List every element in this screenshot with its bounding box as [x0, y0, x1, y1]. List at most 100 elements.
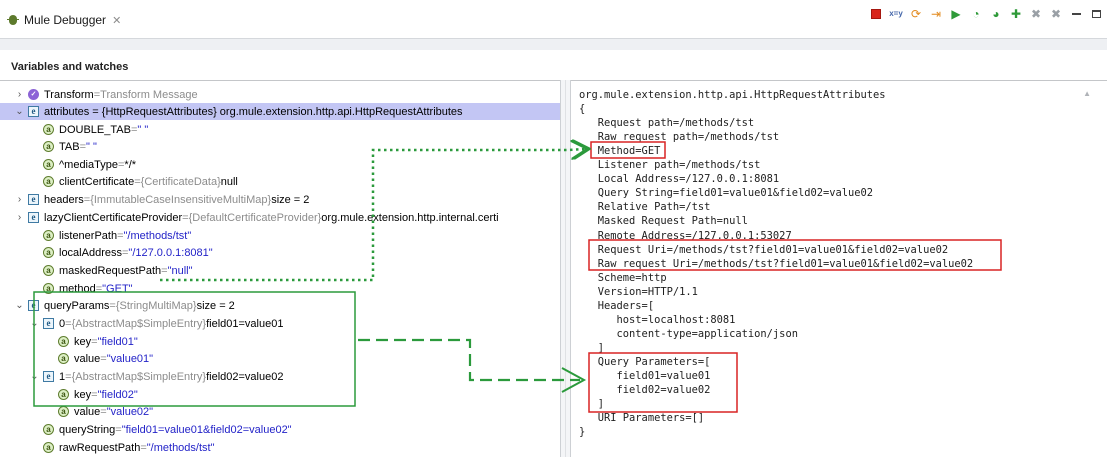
tree-row-value: " " — [137, 123, 149, 136]
detail-line: URI Parameters=[] — [579, 412, 705, 425]
collapse-icon[interactable]: ⌄ — [29, 318, 40, 329]
expand-icon[interactable]: › — [14, 212, 25, 223]
detail-line: field02=value02 — [579, 384, 711, 397]
tree-row[interactable]: a value = "value02" — [0, 403, 560, 420]
tree-row-value: "/methods/tst" — [146, 441, 215, 454]
attribute-icon: a — [43, 442, 54, 453]
tree-row[interactable]: a listenerPath = "/methods/tst" — [0, 227, 560, 244]
tree-row-value: size = 2 — [271, 193, 310, 206]
detail-line: ] — [579, 341, 605, 354]
tree-row-value: org.mule.extension.http.internal.certi — [321, 211, 499, 224]
tree-row[interactable]: ⌄ e 1 = {AbstractMap$SimpleEntry} field02=… — [0, 368, 560, 385]
tab-mule-debugger[interactable]: Mule Debugger ✕ — [6, 9, 121, 31]
disconnect-icon[interactable]: ◕ — [989, 7, 1003, 21]
tree-row-type: Transform Message — [100, 88, 198, 101]
tree-row-name: localAddress — [59, 246, 122, 259]
detail-line: Listener path=/methods/tst — [579, 159, 761, 172]
remove-all-icon[interactable]: ✖ — [1049, 7, 1063, 21]
tree-row-value: field01=value01 — [206, 317, 284, 330]
tree-row-name: rawRequestPath — [59, 441, 141, 454]
tree-row[interactable]: a clientCertificate = {CertificateData} n… — [0, 173, 560, 190]
minimize-icon[interactable] — [1069, 7, 1083, 21]
object-icon: e — [43, 371, 54, 382]
tree-row[interactable]: a localAddress = "/127.0.0.1:8081" — [0, 244, 560, 261]
tree-row[interactable]: a value = "value01" — [0, 350, 560, 367]
detail-line: field01=value01 — [579, 370, 711, 382]
tree-row-name: key — [74, 388, 92, 401]
collapse-icon[interactable]: ⌄ — [14, 300, 25, 311]
detail-line: Relative Path=/tst — [579, 201, 711, 214]
tree-row-value: " " — [86, 140, 97, 153]
tree-row[interactable]: a queryString = "field01=value01&field02=… — [0, 421, 560, 438]
step-into-icon[interactable]: ⇥ — [929, 7, 943, 21]
detail-pane[interactable]: ▲ org.mule.extension.http.api.HttpReques… — [571, 80, 1107, 457]
tree-row-name: listenerPath — [59, 229, 118, 242]
tree-row-name: headers — [44, 193, 84, 206]
detail-line: Masked Request Path=null — [579, 215, 748, 228]
remove-watch-icon[interactable]: ✖ — [1029, 7, 1043, 21]
evaluate-icon[interactable]: ⟳ — [909, 7, 923, 21]
tree-row-name: Transform — [44, 88, 94, 101]
connect-icon[interactable]: ◔ — [969, 7, 983, 21]
tree-row-value: "/127.0.0.1:8081" — [128, 246, 213, 259]
attribute-icon: a — [43, 247, 54, 258]
object-icon: e — [28, 106, 39, 117]
tree-row-name: maskedRequestPath — [59, 264, 162, 277]
pane-splitter[interactable] — [560, 80, 571, 457]
tree-row[interactable]: ⌄ e queryParams = {StringMultiMap} size = … — [0, 297, 560, 314]
tree-row[interactable]: › e lazyClientCertificateProvider = {Defau… — [0, 209, 560, 226]
tree-row-value: field02=value02 — [206, 370, 284, 383]
tree-row[interactable]: a maskedRequestPath = "null" — [0, 262, 560, 279]
detail-line: Query Parameters=[ — [579, 355, 711, 368]
tree-row-value: "field01=value01&field02=value02" — [121, 423, 292, 436]
resume-icon[interactable]: ▶ — [949, 7, 963, 21]
tree-row[interactable]: › ✓ Transform = Transform Message — [0, 86, 560, 103]
attribute-icon: a — [58, 336, 69, 347]
tree-row-name: queryParams — [44, 299, 110, 312]
tree-row-value: "value02" — [106, 405, 154, 418]
tree-row[interactable]: a DOUBLE_TAB = " " — [0, 121, 560, 138]
tree-row[interactable]: ⌄ e attributes = {HttpRequestAttributes} o… — [0, 103, 560, 120]
tree-row[interactable]: a method = "GET" — [0, 280, 560, 297]
tree-row-value: "field02" — [97, 388, 138, 401]
object-icon: e — [28, 300, 39, 311]
tree-row[interactable]: a TAB = " " — [0, 138, 560, 155]
tree-row-name: key — [74, 335, 92, 348]
collapse-icon[interactable]: ⌄ — [29, 371, 40, 382]
detail-line: Query String=field01=value01&field02=val… — [579, 187, 874, 200]
tree-row-value: "GET" — [102, 282, 133, 295]
close-icon[interactable]: ✕ — [112, 14, 121, 27]
detail-line: Request Uri=/methods/tst?field01=value01… — [579, 243, 949, 256]
tree-row[interactable]: › e headers = {ImmutableCaseInsensitiveMul… — [0, 191, 560, 208]
attribute-icon: a — [43, 159, 54, 170]
tree-row[interactable]: a key = "field02" — [0, 386, 560, 403]
detail-line: ] — [579, 398, 605, 411]
attribute-icon: a — [43, 265, 54, 276]
tree-row[interactable]: a rawRequestPath = "/methods/tst" — [0, 439, 560, 456]
tree-row-name: DOUBLE_TAB — [59, 123, 131, 136]
tab-title: Mule Debugger — [24, 13, 107, 27]
variables-tree[interactable]: › ✓ Transform = Transform Message ⌄ e attribu… — [0, 80, 560, 457]
attribute-icon: a — [58, 389, 69, 400]
expand-icon[interactable]: › — [14, 89, 25, 100]
stop-icon[interactable] — [869, 7, 883, 21]
detail-line: org.mule.extension.http.api.HttpRequestA… — [579, 89, 886, 101]
detail-line: Remote Address=/127.0.0.1:53027 — [579, 229, 792, 242]
debugger-toolbar: x=y ⟳ ⇥ ▶ ◔ ◕ ✚ ✖ ✖ — [869, 5, 1103, 23]
watch-expression-icon[interactable]: x=y — [889, 7, 903, 21]
tree-row-value: "value01" — [106, 352, 154, 365]
detail-line: Request path=/methods/tst — [579, 117, 755, 130]
tree-row-type: {StringMultiMap} — [115, 299, 197, 312]
tree-row-value: "field01" — [97, 335, 138, 348]
tree-row[interactable]: a key = "field01" — [0, 333, 560, 350]
maximize-icon[interactable] — [1089, 7, 1103, 21]
expand-icon[interactable]: › — [14, 194, 25, 205]
add-watch-icon[interactable]: ✚ — [1009, 7, 1023, 21]
tree-row-value: "/methods/tst" — [123, 229, 192, 242]
scroll-up-icon[interactable]: ▲ — [1083, 89, 1091, 98]
tree-row[interactable]: ⌄ e 0 = {AbstractMap$SimpleEntry} field01=… — [0, 315, 560, 332]
tree-row-name: clientCertificate — [59, 175, 135, 188]
attribute-icon: a — [43, 141, 54, 152]
tree-row[interactable]: a ^mediaType = */* — [0, 156, 560, 173]
collapse-icon[interactable]: ⌄ — [14, 106, 25, 117]
